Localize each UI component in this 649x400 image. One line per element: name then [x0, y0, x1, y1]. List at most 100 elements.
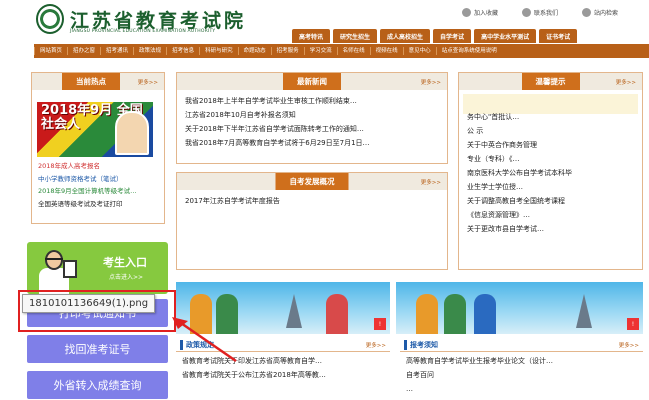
- nav-teachers[interactable]: 名师在线: [336, 47, 370, 55]
- dev-report-more-link[interactable]: 更多>>: [421, 178, 441, 186]
- report-link[interactable]: 2017年江苏自学考试年度报告: [185, 197, 280, 205]
- notice-link[interactable]: 高等教育自学考试毕业生报考毕业论文（设计…: [406, 357, 553, 365]
- nav-news[interactable]: 招考通讯: [100, 47, 133, 55]
- tab-graduate[interactable]: 研究生招生: [333, 29, 378, 43]
- hot-item[interactable]: 2018年9月全国计算机等级考试…: [38, 185, 162, 198]
- notice-item[interactable]: 高等教育自学考试毕业生报考毕业论文（设计…: [406, 354, 637, 368]
- hot-item-link[interactable]: 2018年成人高考报名: [38, 162, 100, 170]
- tip-line[interactable]: 关于中英合作商务管理: [467, 138, 634, 152]
- main-nav: 网站首页 招办之窗 招考通讯 政策法规 招考信息 科研与研究 命题动态 招考服务…: [34, 44, 649, 58]
- tip-line[interactable]: 南京医科大学公布自学考试本科毕: [467, 166, 634, 180]
- nav-home[interactable]: 网站首页: [34, 47, 67, 55]
- report-item[interactable]: 2017年江苏自学考试年度报告: [185, 194, 439, 208]
- site-search-link[interactable]: 站内检索: [582, 6, 618, 18]
- tip-line[interactable]: 务中心"首批认…: [467, 110, 634, 124]
- contact-icon: [522, 7, 531, 17]
- tip-line[interactable]: 关于调整高教自考全国统考课程: [467, 194, 634, 208]
- notice-link[interactable]: …: [406, 385, 413, 393]
- student-graphic: [474, 294, 496, 334]
- notice-link[interactable]: 自考百问: [406, 371, 434, 379]
- bookmark-link[interactable]: 加入收藏: [462, 6, 498, 18]
- tab-gaokao[interactable]: 高考特讯: [292, 29, 331, 43]
- news-item[interactable]: 江苏省2018年10月自考补报名须知: [185, 108, 439, 122]
- news-link[interactable]: 江苏省2018年10月自考补报名须知: [185, 111, 296, 119]
- policy-item[interactable]: 省教育考试院关于公布江苏省2018年高等教…: [182, 368, 384, 382]
- tip-line[interactable]: 业生学士学位授…: [467, 180, 634, 194]
- nav-policy[interactable]: 政策法规: [133, 47, 166, 55]
- nav-query-help[interactable]: 站点查询系统使用说明: [435, 47, 502, 55]
- tab-certificate[interactable]: 证书考试: [539, 29, 578, 43]
- annotation-arrow-icon: [172, 317, 237, 363]
- policy-more-link[interactable]: 更多>>: [366, 341, 386, 349]
- tips-more-link[interactable]: 更多>>: [616, 78, 636, 86]
- news-link[interactable]: 我省2018年7月高等教育自学考试将于6月29日至7月1日…: [185, 139, 370, 147]
- hot-item-link[interactable]: 2018年9月全国计算机等级考试…: [38, 187, 137, 195]
- category-tabs: 高考特讯 研究生招生 成人高校招生 自学考试 高中学业水平测试 证书考试: [292, 29, 578, 43]
- nav-info[interactable]: 招考信息: [166, 47, 199, 55]
- tip-line[interactable]: 《信息资源管理》…: [467, 208, 634, 222]
- tower-graphic: [576, 294, 592, 328]
- policy-link[interactable]: 省教育考试院关于公布江苏省2018年高等教…: [182, 371, 326, 379]
- exam-notice-section: 报考须知 更多>> 高等教育自学考试毕业生报考毕业论文（设计… 自考百问 …: [400, 338, 643, 400]
- tip-line[interactable]: 公 示: [467, 124, 634, 138]
- hot-panel-title: 当前热点: [62, 73, 120, 90]
- candidate-entry-button[interactable]: 考生入口 点击进入>>: [27, 242, 168, 294]
- banner-badge-icon: !: [627, 318, 639, 330]
- tab-self-study[interactable]: 自学考试: [433, 29, 472, 43]
- hot-banner-image[interactable]: 2018年9月 全国 社会人: [37, 102, 153, 157]
- nav-proposition[interactable]: 命题动态: [237, 47, 271, 55]
- tab-adult[interactable]: 成人高校招生: [380, 29, 431, 43]
- exam-notice-header: 报考须知 更多>>: [400, 338, 643, 352]
- dev-report-header: 自考发展概况 更多>>: [177, 173, 447, 190]
- hot-item[interactable]: 中小学教师资格考试（笔试）: [38, 173, 162, 186]
- hot-item[interactable]: 全国英语等级考试及考证打印: [38, 198, 162, 211]
- hot-item-link[interactable]: 中小学教师资格考试（笔试）: [38, 175, 123, 183]
- latest-news-header: 最新新闻 更多>>: [177, 73, 447, 90]
- nav-feedback[interactable]: 意见中心: [402, 47, 436, 55]
- tips-title: 温馨提示: [521, 73, 580, 90]
- candidate-figure-icon: [37, 250, 77, 294]
- exam-notice-list: 高等教育自学考试毕业生报考毕业论文（设计… 自考百问 …: [400, 352, 643, 398]
- nav-service[interactable]: 招考服务: [270, 47, 304, 55]
- exam-notice-more-link[interactable]: 更多>>: [619, 341, 639, 349]
- news-item[interactable]: 我省2018年7月高等教育自学考试将于6月29日至7月1日…: [185, 136, 439, 150]
- nav-research[interactable]: 科研与研究: [199, 47, 238, 55]
- search-icon: [582, 7, 591, 17]
- latest-news-title: 最新新闻: [283, 73, 341, 90]
- tower-graphic: [286, 294, 302, 328]
- campus-banner-right[interactable]: !: [396, 282, 643, 334]
- latest-news-more-link[interactable]: 更多>>: [421, 78, 441, 86]
- news-link[interactable]: 我省2018年上半年自学考试毕业生审核工作顺利结束…: [185, 97, 357, 105]
- nav-video[interactable]: 视频在线: [369, 47, 403, 55]
- news-link[interactable]: 关于2018年下半年江苏省自学考试面陈转考工作的通知…: [185, 125, 364, 133]
- logo-emblem-icon: [36, 4, 64, 34]
- nav-exchange[interactable]: 学习交流: [303, 47, 337, 55]
- notice-item[interactable]: 自考百问: [406, 368, 637, 382]
- transfer-score-query-button[interactable]: 外省转入成绩查询: [27, 371, 168, 399]
- tips-list: 务中心"首批认… 公 示 关于中英合作商务管理 专业（专科）《… 南京医科大学公…: [459, 110, 642, 236]
- tips-header: 温馨提示 更多>>: [459, 73, 642, 90]
- candidate-entry-sub: 点击进入>>: [109, 274, 144, 281]
- tips-panel: 温馨提示 更多>> 务中心"首批认… 公 示 关于中英合作商务管理 专业（专科）…: [458, 72, 643, 270]
- bookmark-icon: [462, 7, 471, 17]
- hot-panel-header: 当前热点 更多>>: [32, 73, 164, 90]
- news-item[interactable]: 关于2018年下半年江苏省自学考试面陈转考工作的通知…: [185, 122, 439, 136]
- exam-notice-title: 报考须知: [404, 339, 438, 350]
- hot-item-link[interactable]: 全国英语等级考试及考证打印: [38, 200, 123, 208]
- dev-report-panel: 自考发展概况 更多>> 2017年江苏自学考试年度报告: [176, 172, 448, 270]
- filename-highlight-box: 1810101136649(1).png: [18, 290, 176, 332]
- banner-badge-icon: !: [374, 318, 386, 330]
- latest-news-list: 我省2018年上半年自学考试毕业生审核工作顺利结束… 江苏省2018年10月自考…: [177, 90, 447, 154]
- notice-item[interactable]: …: [406, 382, 637, 396]
- tip-line[interactable]: 专业（专科）《…: [467, 152, 634, 166]
- tip-line[interactable]: 关于更改市县自学考试…: [467, 222, 634, 236]
- tab-proficiency[interactable]: 高中学业水平测试: [474, 29, 537, 43]
- dev-report-title: 自考发展概况: [275, 173, 349, 190]
- hot-item[interactable]: 2018年成人高考报名: [38, 160, 162, 173]
- find-admission-number-button[interactable]: 找回准考证号: [27, 335, 168, 363]
- hot-banner-person: [115, 111, 149, 155]
- nav-office[interactable]: 招办之窗: [67, 47, 100, 55]
- contact-link[interactable]: 联系我们: [522, 6, 558, 18]
- hot-more-link[interactable]: 更多>>: [138, 78, 158, 86]
- news-item[interactable]: 我省2018年上半年自学考试毕业生审核工作顺利结束…: [185, 94, 439, 108]
